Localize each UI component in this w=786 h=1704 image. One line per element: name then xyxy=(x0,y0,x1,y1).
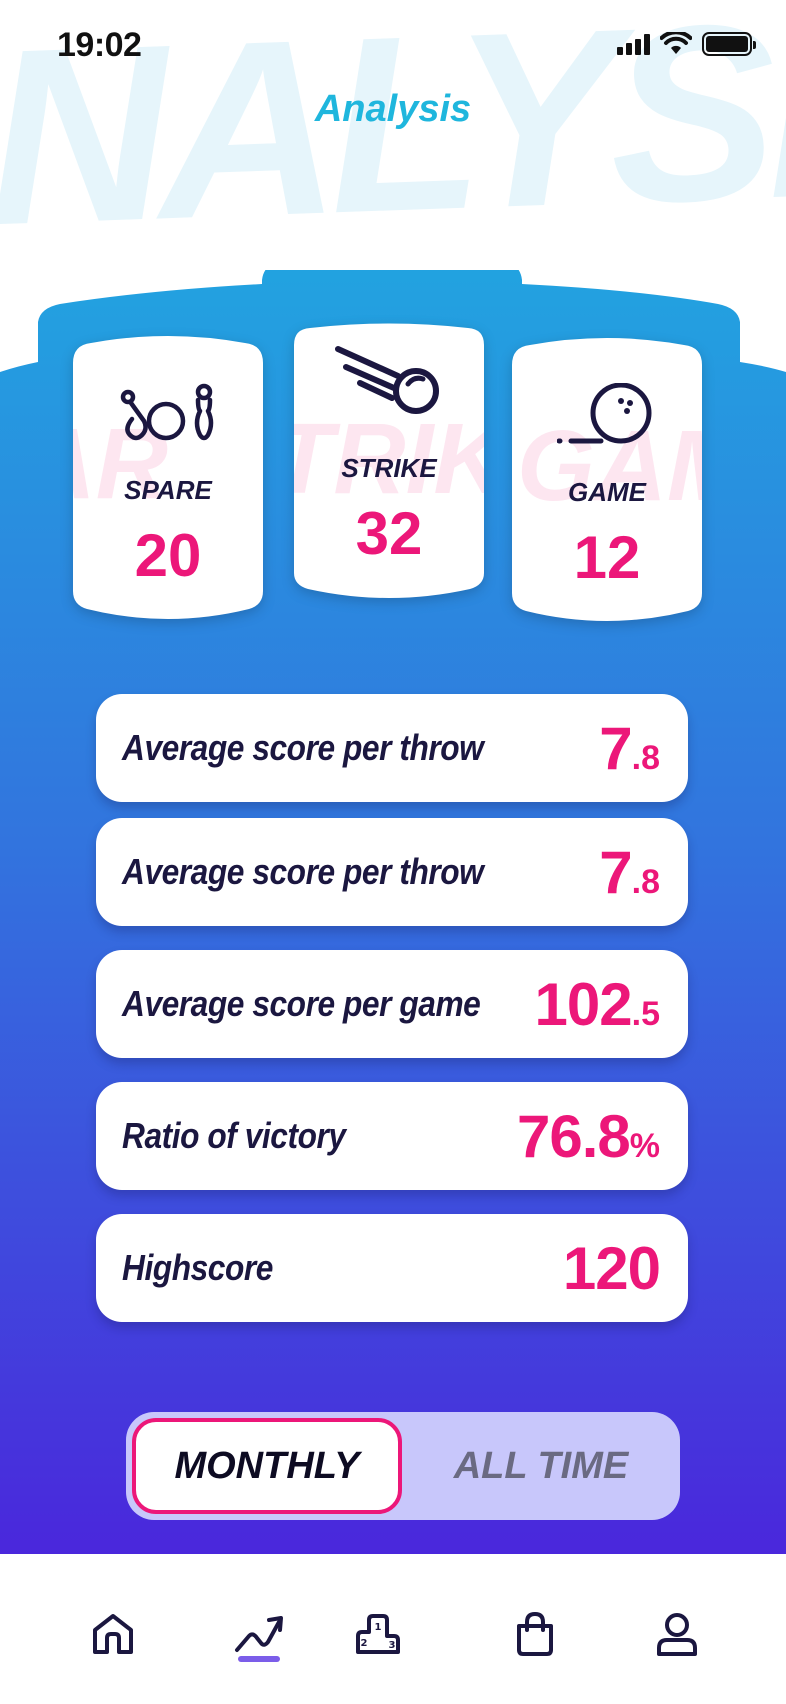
tab-shop[interactable] xyxy=(505,1604,565,1664)
cellular-signal-icon xyxy=(617,33,650,55)
profile-icon xyxy=(657,1613,697,1656)
bowling-pins-icon xyxy=(73,383,263,445)
stat-value: 32 xyxy=(355,500,423,567)
metric-row-avg-game: Average score per game 102.5 xyxy=(96,950,688,1058)
svg-text:2: 2 xyxy=(361,1638,368,1649)
stat-value: 12 xyxy=(573,524,641,591)
stat-card-spare: PAR SPARE 20 xyxy=(73,333,263,623)
metric-value-main: 102 xyxy=(534,970,633,1038)
rolling-ball-icon xyxy=(512,383,702,447)
metric-value-sub: .8 xyxy=(631,738,660,777)
metric-label: Ratio of victory xyxy=(122,1115,346,1156)
battery-icon xyxy=(702,32,756,56)
stat-card-strike: TRIK STRIKE 32 xyxy=(294,323,484,603)
svg-text:1: 1 xyxy=(375,1622,382,1633)
metric-value: 76.8% xyxy=(517,1102,660,1171)
tab-analytics[interactable] xyxy=(229,1604,289,1664)
status-icons xyxy=(617,32,756,56)
stat-card-game: GAM GAME 12 xyxy=(512,335,702,625)
tab-home[interactable] xyxy=(83,1604,143,1664)
metric-label: Average score per throw xyxy=(122,851,484,892)
analytics-icon xyxy=(235,1616,283,1652)
status-time: 19:02 xyxy=(57,26,142,64)
tab-profile[interactable] xyxy=(647,1604,707,1664)
wifi-icon xyxy=(660,32,692,54)
metric-row-highscore: Highscore 120 xyxy=(96,1214,688,1322)
metric-row-victory-ratio: Ratio of victory 76.8% xyxy=(96,1082,688,1190)
metric-row-avg-throw-2: Average score per throw 7.8 xyxy=(96,818,688,926)
metric-label: Highscore xyxy=(122,1247,273,1288)
metric-value-main: 7 xyxy=(599,714,632,782)
toggle-all-time[interactable]: ALL TIME xyxy=(408,1418,674,1514)
status-bar: 19:02 xyxy=(0,0,786,96)
period-toggle: MONTHLY ALL TIME xyxy=(126,1412,680,1520)
home-icon xyxy=(93,1614,133,1654)
shop-icon xyxy=(517,1611,553,1656)
metric-value-sub: .8 xyxy=(631,862,660,901)
metric-value-main: 7 xyxy=(599,838,632,906)
stat-label: SPARE xyxy=(124,475,212,505)
svg-text:3: 3 xyxy=(389,1640,396,1651)
bottom-tab-bar: 1 2 3 xyxy=(0,1554,786,1704)
metric-row-avg-throw: Average score per throw 7.8 xyxy=(96,694,688,802)
stat-label: STRIKE xyxy=(341,453,437,483)
metric-label: Average score per throw xyxy=(122,727,484,768)
metric-value: 102.5 xyxy=(535,970,660,1039)
metric-value: 120 xyxy=(562,1234,661,1303)
strike-ball-icon xyxy=(294,343,484,419)
tab-leaderboard[interactable]: 1 2 3 xyxy=(348,1604,408,1664)
stat-label: GAME xyxy=(568,477,646,507)
metric-value-sub: .5 xyxy=(631,994,660,1033)
metric-label: Average score per game xyxy=(122,983,481,1024)
leaderboard-icon: 1 2 3 xyxy=(356,1614,400,1654)
toggle-monthly[interactable]: MONTHLY xyxy=(132,1418,402,1514)
metric-value: 7.8 xyxy=(599,714,660,783)
metric-value-sub: % xyxy=(629,1126,660,1165)
metric-value: 7.8 xyxy=(599,838,660,907)
active-tab-indicator xyxy=(238,1656,280,1662)
stat-value: 20 xyxy=(134,522,202,589)
metric-value-main: 120 xyxy=(562,1234,661,1302)
metric-value-main: 76.8 xyxy=(516,1102,631,1170)
